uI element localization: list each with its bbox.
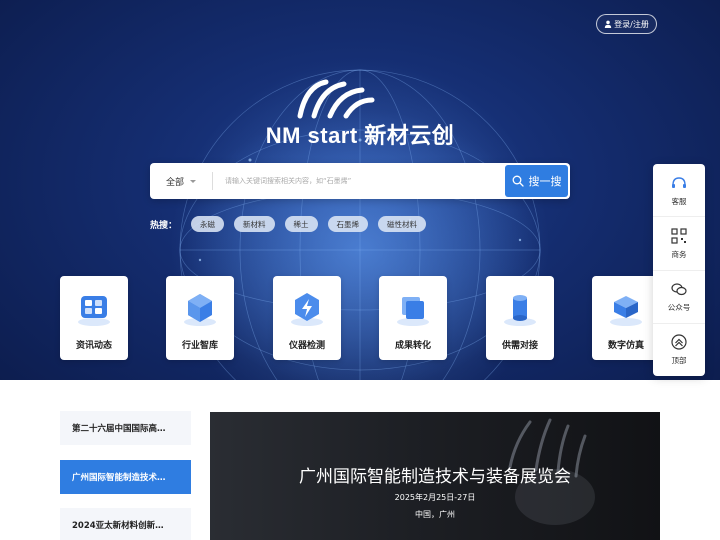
qrcode-icon: [671, 228, 687, 244]
tile-label: 供需对接: [501, 341, 538, 351]
cylinder-icon: [504, 295, 536, 326]
float-label: 顶部: [671, 356, 687, 366]
instrument-icon: [291, 293, 323, 326]
banner-title: 广州国际智能制造技术与装备展览会: [299, 467, 571, 487]
brand-name: NM start 新材云创: [265, 123, 455, 148]
brand-logo-icon: [297, 79, 375, 119]
float-item-wechat[interactable]: 公众号: [653, 271, 705, 324]
event-banner[interactable]: 广州国际智能制造技术与装备展览会 2025年2月25日-27日 中国，广州: [210, 412, 660, 540]
tile-simulation[interactable]: 数字仿真: [592, 276, 660, 360]
float-item-business[interactable]: 商务: [653, 217, 705, 271]
search-icon: [512, 175, 524, 187]
float-label: 公众号: [667, 303, 691, 313]
news-icon: [78, 296, 110, 326]
hot-search-label: 热搜：: [150, 220, 178, 231]
float-label: 商务: [671, 249, 687, 259]
wechat-icon: [671, 283, 687, 296]
tile-achievement[interactable]: 成果转化: [379, 276, 447, 360]
news-item-active[interactable]: 广州国际智能制造技术…: [60, 460, 191, 494]
hot-tag[interactable]: 稀土: [284, 216, 318, 232]
search-button[interactable]: 搜一搜: [505, 165, 568, 197]
user-icon: [604, 20, 612, 28]
float-item-top[interactable]: 顶部: [653, 324, 705, 376]
login-register-button[interactable]: 登录/注册: [596, 14, 657, 34]
search-button-label: 搜一搜: [528, 175, 562, 188]
hot-tag[interactable]: 新材料: [234, 216, 275, 232]
search-scope-select[interactable]: 全部: [150, 163, 212, 199]
tile-label: 行业智库: [181, 341, 218, 351]
banner-place: 中国，广州: [415, 510, 455, 519]
tile-supply-demand[interactable]: 供需对接: [486, 276, 554, 360]
cube-icon: [184, 294, 216, 326]
login-label: 登录/注册: [614, 19, 649, 29]
tile-label: 成果转化: [394, 341, 431, 351]
tile-instrument[interactable]: 仪器检测: [273, 276, 341, 360]
search-bar: 全部 搜一搜: [150, 163, 570, 199]
hot-tag[interactable]: 石墨烯: [327, 216, 369, 232]
chip-icon: [610, 296, 642, 326]
floating-sidebar: 客服 商务 公众号 顶部: [653, 164, 705, 376]
tile-news[interactable]: 资讯动态: [60, 276, 128, 360]
tile-label: 仪器检测: [288, 341, 325, 351]
search-input[interactable]: [213, 163, 505, 199]
layers-icon: [397, 297, 429, 326]
news-item[interactable]: 2024亚太新材料创新…: [60, 508, 191, 540]
chevron-down-icon: [190, 179, 196, 183]
float-item-service[interactable]: 客服: [653, 164, 705, 218]
hot-tag[interactable]: 永磁: [191, 216, 225, 232]
back-to-top-icon: [671, 334, 687, 350]
float-label: 客服: [671, 196, 687, 206]
hero-banner: 登录/注册 NM start 新材云创 全部 搜一搜 热搜： 永磁 新材料 稀土: [0, 0, 720, 380]
service-icon: [672, 176, 686, 188]
banner-date: 2025年2月25日-27日: [394, 493, 476, 502]
tile-label: 数字仿真: [607, 341, 644, 351]
hot-tag[interactable]: 磁性材料: [378, 216, 427, 232]
search-scope-label: 全部: [165, 177, 184, 188]
news-item[interactable]: 第二十六届中国国际高…: [60, 411, 191, 445]
tile-think-tank[interactable]: 行业智库: [166, 276, 234, 360]
hot-search: 热搜： 永磁 新材料 稀土 石墨烯 磁性材料: [150, 216, 427, 232]
tile-label: 资讯动态: [75, 341, 112, 351]
